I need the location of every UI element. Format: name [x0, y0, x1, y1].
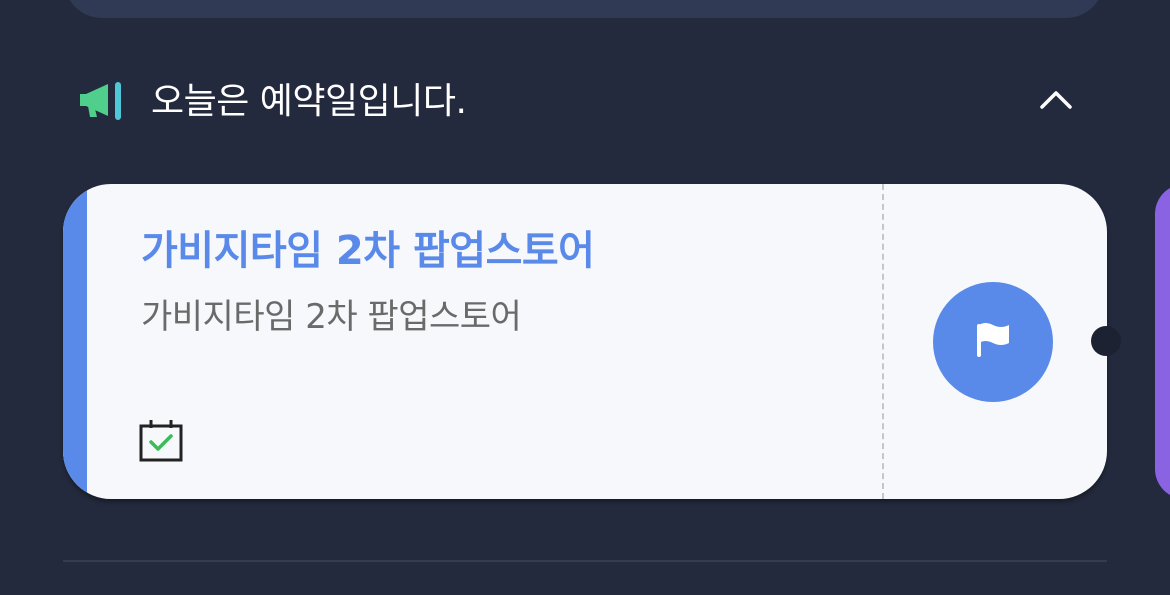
card-accent-bar	[63, 184, 87, 499]
megaphone-icon	[78, 81, 124, 123]
section-title: 오늘은 예약일입니다.	[151, 81, 467, 122]
section-divider	[63, 560, 1107, 562]
reservation-title: 가비지타임 2차 팝업스토어	[141, 228, 595, 274]
ticket-notch	[1091, 326, 1121, 356]
flag-icon	[973, 320, 1013, 364]
today-reservation-header: 오늘은 예약일입니다.	[0, 70, 1170, 134]
reservation-subtitle: 가비지타임 2차 팝업스토어	[141, 297, 522, 337]
flag-button[interactable]	[933, 282, 1053, 402]
collapse-button[interactable]	[1030, 78, 1082, 126]
ticket-divider	[882, 184, 884, 499]
chevron-up-icon	[1039, 90, 1073, 114]
next-reservation-card[interactable]	[1155, 184, 1170, 499]
previous-card-bottom	[64, 0, 1104, 18]
reservation-card[interactable]: 가비지타임 2차 팝업스토어 가비지타임 2차 팝업스토어	[63, 184, 1107, 499]
calendar-check-icon	[139, 419, 185, 463]
